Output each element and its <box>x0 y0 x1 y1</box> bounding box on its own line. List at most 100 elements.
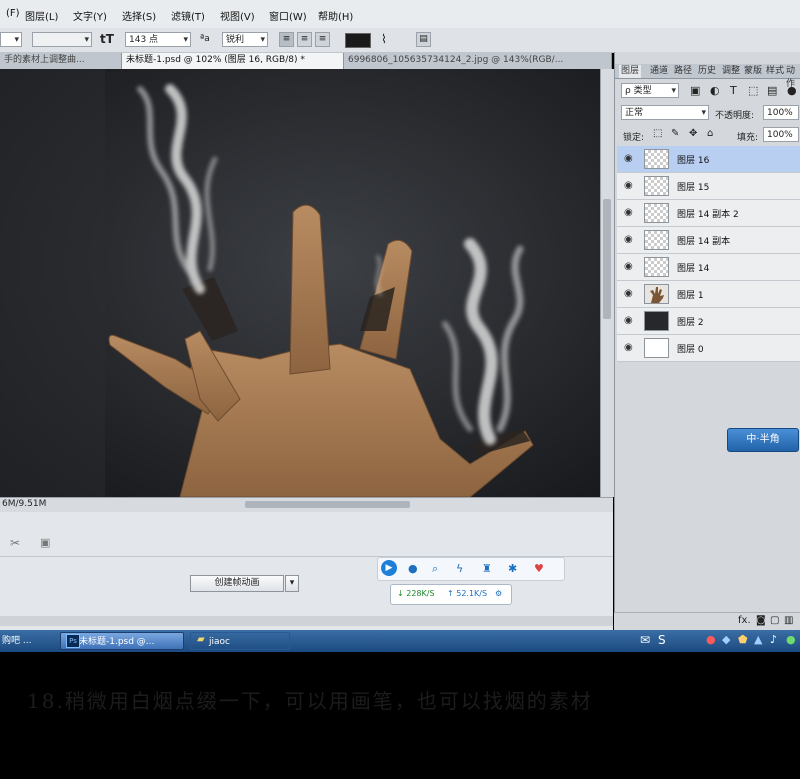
layer-row[interactable]: ◉ 图层 15 <box>617 173 800 200</box>
filter-row: ρ 类型 ▣ ◐ T ⬚ ▤ ● <box>615 80 800 102</box>
font-size-select[interactable]: 143 点 <box>125 32 191 48</box>
record-icon[interactable]: ● <box>706 633 716 646</box>
create-frame-animation-button[interactable]: 创建帧动画 <box>190 575 284 592</box>
tab-layers[interactable]: 图层 <box>619 65 642 78</box>
system-tray: ✉ S ● ◆ ⬟ ▲ ♪ ● <box>640 632 800 650</box>
opacity-input[interactable]: 100% <box>763 105 799 120</box>
align-right-icon[interactable]: ≡ <box>315 32 330 47</box>
status-icon[interactable]: ● <box>786 633 796 646</box>
tab-doc-2[interactable]: 未标题-1.psd @ 102% (图层 16, RGB/8) * <box>122 53 344 69</box>
blend-mode-select[interactable]: 正常 <box>621 105 709 121</box>
menu-window[interactable]: 窗口(W) <box>269 8 307 23</box>
heart-icon[interactable]: ♥ <box>534 562 544 575</box>
layer-row[interactable]: ◉ 图层 0 <box>617 335 800 362</box>
eye-icon[interactable]: ◉ <box>624 207 633 218</box>
lock-move-icon[interactable]: ✥ <box>689 128 697 139</box>
ime-status-bar[interactable]: 中·半角 <box>727 428 799 452</box>
tools-icon[interactable]: ✱ <box>508 562 517 575</box>
wifi-icon[interactable]: ▲ <box>754 633 762 646</box>
layer-row[interactable]: ◉ 图层 14 <box>617 254 800 281</box>
create-animation-dropdown-icon[interactable]: ▾ <box>285 575 299 592</box>
bolt-icon[interactable]: ϟ <box>456 562 463 575</box>
menu-filter[interactable]: 滤镜(T) <box>171 8 205 23</box>
eye-icon[interactable]: ◉ <box>624 180 633 191</box>
tab-styles[interactable]: 样式 <box>766 65 784 78</box>
tab-doc-1[interactable]: 手的素材上调整曲... <box>0 53 122 69</box>
layer-row[interactable]: ◉ 图层 14 副本 <box>617 227 800 254</box>
taskbar-item-folder[interactable]: jiaoc <box>190 632 290 650</box>
eye-icon[interactable]: ◉ <box>624 315 633 326</box>
options-bar: tT 143 点 ªa 锐利 ≡ ≡ ≡ ⌇ ▤ <box>0 28 800 53</box>
mask-icon[interactable]: ◙ <box>756 615 766 626</box>
antialias-select[interactable]: 锐利 <box>222 32 268 48</box>
eye-icon[interactable]: ◉ <box>624 342 633 353</box>
text-color-swatch[interactable] <box>345 33 371 48</box>
clip-icon[interactable]: ▣ <box>40 536 50 549</box>
layer-name: 图层 14 副本 2 <box>677 210 739 220</box>
canvas-area[interactable] <box>0 69 600 497</box>
tab-paths[interactable]: 路径 <box>674 65 692 78</box>
menu-help[interactable]: 帮助(H) <box>318 8 353 23</box>
character-panel-icon[interactable]: ▤ <box>416 32 431 47</box>
align-left-icon[interactable]: ≡ <box>279 32 294 47</box>
layer-name: 图层 0 <box>677 345 704 355</box>
filter-smart-icon[interactable]: ▤ <box>767 84 777 97</box>
input-method-icon[interactable]: S <box>658 633 666 647</box>
network-icon[interactable]: ◆ <box>722 633 730 646</box>
play-icon[interactable]: ▶ <box>381 560 397 576</box>
filter-toggle-icon[interactable]: ● <box>787 84 797 97</box>
layer-row[interactable]: ◉ 图层 14 副本 2 <box>617 200 800 227</box>
delete-layer-icon[interactable]: ▥ <box>784 615 793 626</box>
menu-select[interactable]: 选择(S) <box>122 8 156 23</box>
tab-history[interactable]: 历史 <box>698 65 716 78</box>
menu-type[interactable]: 文字(Y) <box>73 8 107 23</box>
tab-doc-3[interactable]: 6996806_105635734124_2.jpg @ 143%(RGB/..… <box>344 53 612 69</box>
menu-layer[interactable]: 图层(L) <box>25 8 58 23</box>
horizontal-scroll-thumb[interactable] <box>245 501 410 508</box>
layer-row[interactable]: ◉ 图层 2 <box>617 308 800 335</box>
caption-area: 18.稍微用白烟点缀一下，可以用画笔，也可以找烟的素材 <box>0 652 800 779</box>
vertical-scroll-thumb[interactable] <box>603 199 611 319</box>
mail-icon[interactable]: ✉ <box>640 633 650 647</box>
font-family-select[interactable] <box>0 32 22 48</box>
eye-icon[interactable]: ◉ <box>624 261 633 272</box>
volume-icon[interactable]: ♪ <box>770 633 777 646</box>
menu-bar: (F) 图层(L) 文字(Y) 选择(S) 滤镜(T) 视图(V) 窗口(W) … <box>0 0 800 29</box>
shield-icon[interactable]: ⬟ <box>738 633 748 646</box>
layer-row[interactable]: ◉ 图层 16 <box>617 146 800 173</box>
network-speed-widget[interactable]: ↓ 228K/S ↑ 52.1K/S ⚙ <box>390 584 512 605</box>
menu-view[interactable]: 视图(V) <box>220 8 255 23</box>
fx-icon[interactable]: fx. <box>738 615 751 626</box>
warp-text-icon[interactable]: ⌇ <box>381 32 387 46</box>
canvas-vertical-scrollbar[interactable] <box>600 69 614 497</box>
lock-transparent-icon[interactable]: ⬚ <box>653 128 662 139</box>
layer-row[interactable]: ◉ 图层 1 <box>617 281 800 308</box>
scissors-icon[interactable]: ✂ <box>10 536 20 550</box>
kind-filter-select[interactable]: ρ 类型 <box>621 83 679 99</box>
filter-shape-icon[interactable]: ⬚ <box>748 84 758 97</box>
filter-image-icon[interactable]: ▣ <box>690 84 700 97</box>
font-style-select[interactable] <box>32 32 92 48</box>
tab-channels[interactable]: 通道 <box>650 65 668 78</box>
user-icon[interactable]: ● <box>408 562 418 575</box>
eye-icon[interactable]: ◉ <box>624 234 633 245</box>
eye-icon[interactable]: ◉ <box>624 288 633 299</box>
lock-icon[interactable]: ♜ <box>482 562 492 575</box>
eye-icon[interactable]: ◉ <box>624 153 633 164</box>
tab-actions[interactable]: 动作 <box>786 65 800 89</box>
tab-masks[interactable]: 蒙版 <box>744 65 762 78</box>
fill-input[interactable]: 100% <box>763 127 799 142</box>
tab-adjust[interactable]: 调整 <box>722 65 740 78</box>
menu-file[interactable]: (F) <box>6 8 20 19</box>
hand-smoke-photo <box>0 69 600 497</box>
layers-panel-footer: fx. ◙ ▢ ▥ <box>614 612 800 631</box>
taskbar-item-browser[interactable]: 购吧 ... <box>0 632 56 650</box>
lock-brush-icon[interactable]: ✎ <box>671 128 679 139</box>
filter-type-icon[interactable]: T <box>730 84 737 97</box>
align-center-icon[interactable]: ≡ <box>297 32 312 47</box>
filter-adjust-icon[interactable]: ◐ <box>710 84 720 97</box>
search-icon[interactable]: ⌕ <box>432 562 438 576</box>
speed-settings-icon[interactable]: ⚙ <box>495 585 502 603</box>
lock-all-icon[interactable]: ⌂ <box>707 128 713 139</box>
new-layer-icon[interactable]: ▢ <box>770 615 779 626</box>
